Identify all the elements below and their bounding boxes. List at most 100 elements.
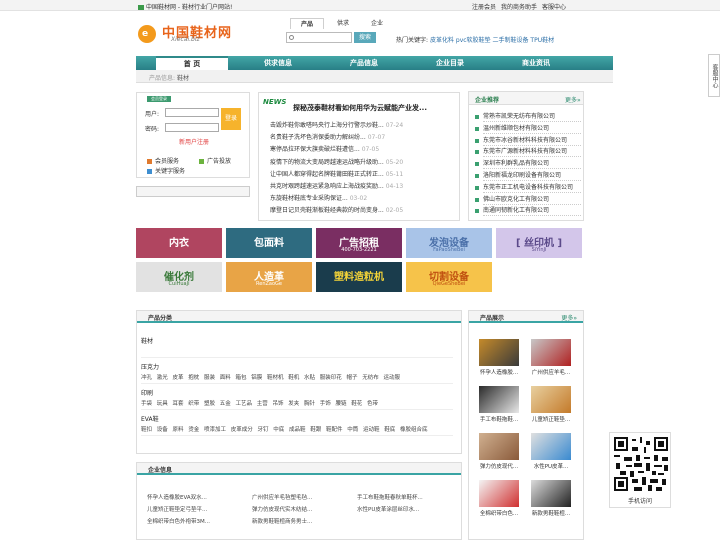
bullet-icon — [475, 126, 479, 131]
ad-banner[interactable]: 广告招租 400-703-2221 — [316, 228, 402, 258]
recommend-item[interactable]: 南通同韧新化工有限公司 — [483, 205, 581, 217]
ad-banner[interactable]: 发泡设备 FaPaoSheBei — [406, 228, 492, 258]
business-assistant-link[interactable]: 我的商务助手 — [501, 4, 537, 11]
news-item[interactable]: 击毁炸鞋你敢嗒吗央行上海分行警示炒鞋... 07-24 — [270, 120, 403, 129]
news-item[interactable]: 疫情下的物流大变局跨越速运战略升级助... 05-20 — [270, 157, 403, 166]
qr-code-icon — [614, 437, 668, 491]
username-field[interactable] — [165, 108, 219, 117]
member-service-link[interactable]: 会员服务 — [147, 156, 179, 165]
category-name[interactable]: 鞋材 — [141, 336, 153, 345]
ad-banner[interactable]: 人造革 RenZaoGe — [226, 262, 312, 292]
product-label[interactable]: 水性PU皮革... — [531, 462, 571, 470]
nav-home[interactable]: 首 页 — [156, 56, 228, 70]
category-subitems[interactable]: 冲孔 激光 皮革 抱枕 服装 面料 箱包 铝膜 鞋材机 鞋机 水贴 服装印花 帽… — [141, 373, 400, 381]
product-image[interactable] — [479, 480, 519, 507]
top-bar: 中国鞋材网 - 鞋材行业门户网站! 注册会员 我的商务助手 客服中心 — [0, 0, 720, 11]
recommend-item[interactable]: 东莞市正工机电设备科技有限公司 — [483, 182, 581, 193]
ad-banner[interactable]: 内衣 — [136, 228, 222, 258]
product-image[interactable] — [531, 433, 571, 460]
category-subitems[interactable]: 手袋 玩具 耳套 织带 塑胶 五金 工艺品 主营 吊饰 发夹 胸针 手饰 腰链 … — [141, 399, 378, 407]
news-item[interactable]: 摩登日记贝壳鞋渐板鞋经典款的时尚变身... 02-05 — [270, 205, 403, 214]
recommend-item[interactable]: 洛阳新福龙印刷设备有限公司 — [483, 170, 581, 181]
mobile-qr-box[interactable]: 手机访问 — [609, 432, 671, 508]
news-item[interactable]: 共克时艰跨越速运紧急响应上海战疫奖励... 04-13 — [270, 181, 403, 190]
product-image[interactable] — [531, 386, 571, 413]
tab-supply[interactable]: 供求 — [328, 18, 358, 29]
news-item-title[interactable]: 击毁炸鞋你敢嗒吗央行上海分行警示炒鞋... — [270, 122, 384, 129]
bullet-icon — [475, 162, 479, 167]
product-image[interactable] — [479, 433, 519, 460]
site-logo[interactable]: e 中国鞋材网 Xiecai.biz — [138, 21, 238, 45]
enterprise-item[interactable]: 广州供应羊毛毡塑毛毡... — [252, 493, 348, 501]
news-item-title[interactable]: 摩登日记贝壳鞋渐板鞋经典款的时尚变身... — [270, 207, 384, 214]
keyword-service-link[interactable]: 关键字服务 — [147, 166, 185, 175]
news-item-title[interactable]: 寒停品拉环保大旗卖破烂鞋遭信... — [270, 146, 360, 153]
hot-keyword[interactable]: 二手制鞋设备 — [492, 37, 528, 44]
products-more-link[interactable]: 更多» — [561, 313, 577, 322]
recommend-item[interactable]: 佛山市欧克化工有限公司 — [483, 194, 581, 205]
product-label[interactable]: 广州供应羊毛... — [531, 368, 571, 376]
ad-banner[interactable]: 塑料造粒机 — [316, 262, 402, 292]
news-item[interactable]: 寒停品拉环保大旗卖破烂鞋遭信... 07-05 — [270, 144, 379, 153]
login-button[interactable]: 登录 — [221, 108, 241, 130]
tab-companies[interactable]: 企业 — [362, 18, 392, 29]
product-image[interactable] — [479, 339, 519, 366]
ad-banner[interactable]: 包面料 — [226, 228, 312, 258]
enterprise-item[interactable]: 儿童矫正鞋垫定弓垫平... — [147, 505, 243, 513]
product-image[interactable] — [531, 480, 571, 507]
enterprise-item[interactable]: 全棉织带白色外袍带3M... — [147, 517, 243, 525]
news-item[interactable]: 东旋鞋材鞋底专业采购保证... 03-02 — [270, 193, 367, 202]
recommend-item[interactable]: 深圳市利群乳品有限公司 — [483, 158, 581, 170]
enterprise-item[interactable]: 水性PU皮革涂层丝印水... — [357, 505, 453, 513]
news-item-title[interactable]: 东旋鞋材鞋底专业采购保证... — [270, 195, 348, 202]
register-link[interactable]: 注册会员 — [472, 4, 496, 11]
news-headline[interactable]: 探秘茂泰鞋材看如何用华为云赋能产业发... — [293, 103, 427, 113]
news-item-title[interactable]: 让中国人都穿得起名牌鞋莆田鞋正式转正... — [270, 171, 384, 178]
ad-service-link[interactable]: 广告投放 — [199, 156, 231, 165]
product-label[interactable]: 弹力仿皮现代... — [479, 462, 519, 470]
enterprise-item[interactable]: 弹力仿皮现代实木纺结... — [252, 505, 348, 513]
nav-companies[interactable]: 企业目录 — [414, 56, 486, 70]
news-item[interactable]: 让中国人都穿得起名牌鞋莆田鞋正式转正... 05-11 — [270, 169, 403, 178]
product-image[interactable] — [531, 339, 571, 366]
enterprise-item[interactable]: 手工布鞋拖鞋春秋单鞋杯... — [357, 493, 453, 501]
service-center-link[interactable]: 客服中心 — [542, 4, 566, 11]
register-link[interactable]: 新用户注册 — [179, 137, 209, 146]
hot-keyword[interactable]: TPU鞋材 — [530, 37, 554, 44]
search-button[interactable]: 搜索 — [354, 32, 376, 43]
password-field[interactable] — [165, 123, 219, 132]
product-image[interactable] — [479, 386, 519, 413]
sub-nav-link[interactable]: 鞋材 — [177, 75, 189, 82]
tab-products[interactable]: 产品 — [290, 18, 324, 29]
recommend-item[interactable]: 常熟市凯荣无纺布有限公司 — [483, 111, 581, 122]
recommend-item[interactable]: 温州新维顺包材有限公司 — [483, 123, 581, 134]
category-name[interactable]: 印刷 — [141, 388, 153, 397]
nav-products[interactable]: 产品信息 — [328, 56, 400, 70]
recommend-item[interactable]: 东莞市冰谷新材料科技有限公司 — [483, 135, 581, 146]
customer-service-tab[interactable]: 客服中心 — [708, 54, 720, 97]
news-item-title[interactable]: 名贵鞋子洗坏色消保委助力解纠纷... — [270, 134, 366, 141]
hot-keyword[interactable]: pvc软胶鞋垫 — [456, 37, 491, 44]
product-label[interactable]: 怀孕人造橡胶... — [479, 368, 519, 376]
category-subitems[interactable]: 鞋扣 设备 原料 烫金 喷漆加工 皮革成分 牙钉 中底 成品鞋 鞋跟 鞋配件 中… — [141, 425, 427, 433]
product-label[interactable]: 新款男鞋鞋楦... — [531, 509, 571, 517]
nav-supply[interactable]: 供求信息 — [242, 56, 314, 70]
ad-banner[interactable]: [ 丝印机 ] SiYinJi — [496, 228, 582, 258]
search-input[interactable] — [286, 32, 352, 43]
product-label[interactable]: 儿童矫正鞋垫... — [531, 415, 571, 423]
recommend-more-link[interactable]: 更多» — [565, 95, 581, 104]
nav-news[interactable]: 商业资讯 — [500, 56, 572, 70]
news-item[interactable]: 名贵鞋子洗坏色消保委助力解纠纷... 07-07 — [270, 132, 385, 141]
recommend-item[interactable]: 东莞市广源新材料科技有限公司 — [483, 146, 581, 158]
ad-banner[interactable]: 切割设备 QieGeSheBei — [406, 262, 492, 292]
product-label[interactable]: 手工布鞋拖鞋... — [479, 415, 519, 423]
ad-banner[interactable]: 催化剂 CuiHuaJi — [136, 262, 222, 292]
product-label[interactable]: 全棉织带白色... — [479, 509, 519, 517]
enterprise-item[interactable]: 怀孕人造橡胶EVA双水... — [147, 493, 243, 501]
news-item-title[interactable]: 疫情下的物流大变局跨越速运战略升级助... — [270, 159, 384, 166]
category-name[interactable]: EVA鞋 — [141, 414, 159, 423]
enterprise-item[interactable]: 新款男鞋鞋楦商务男士... — [252, 517, 348, 525]
news-item-title[interactable]: 共克时艰跨越速运紧急响应上海战疫奖励... — [270, 183, 384, 190]
category-name[interactable]: 压克力 — [141, 362, 159, 371]
hot-keyword[interactable]: 皮革化料 — [430, 37, 454, 44]
